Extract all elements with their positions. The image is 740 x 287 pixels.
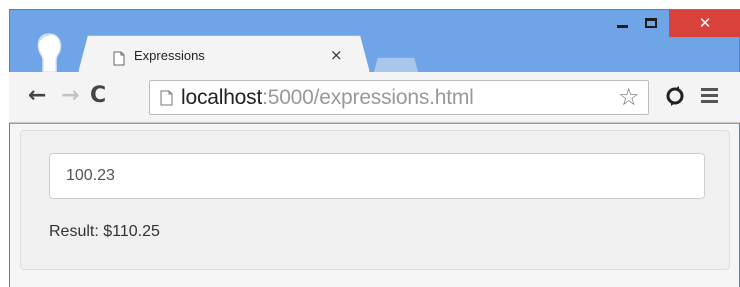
avatar-icon[interactable] xyxy=(32,32,66,76)
back-arrow-icon[interactable]: ← xyxy=(28,85,46,107)
maximize-icon xyxy=(645,18,657,28)
result-text: Result: $110.25 xyxy=(49,223,160,240)
amount-input[interactable] xyxy=(49,153,705,199)
url-text: localhost:5000/expressions.html xyxy=(181,86,474,110)
close-icon: ✕ xyxy=(698,14,712,32)
tab-expressions[interactable]: Expressions × xyxy=(78,35,370,73)
close-window-button[interactable]: ✕ xyxy=(669,10,740,37)
tab-title: Expressions xyxy=(134,48,205,63)
bookmark-star-icon[interactable]: ☆ xyxy=(618,83,640,111)
content-panel: Result: $110.25 xyxy=(20,130,730,270)
page-icon xyxy=(160,90,173,106)
maximize-button[interactable] xyxy=(637,10,665,36)
address-bar[interactable]: localhost:5000/expressions.html ☆ xyxy=(149,80,649,115)
extension-icon[interactable] xyxy=(665,86,685,106)
forward-arrow-icon[interactable]: → xyxy=(61,85,79,107)
page-icon xyxy=(113,51,125,66)
menu-icon[interactable] xyxy=(701,88,718,106)
url-host: localhost xyxy=(181,86,263,109)
minimize-icon xyxy=(616,24,628,28)
reload-icon[interactable]: C xyxy=(90,85,106,107)
minimize-button[interactable] xyxy=(608,10,636,36)
url-path: :5000/expressions.html xyxy=(262,86,474,109)
browser-toolbar: ← → C localhost:5000/expressions.html ☆ xyxy=(9,72,740,123)
tab-close-icon[interactable]: × xyxy=(330,46,343,64)
page-content: Result: $110.25 xyxy=(10,124,739,287)
